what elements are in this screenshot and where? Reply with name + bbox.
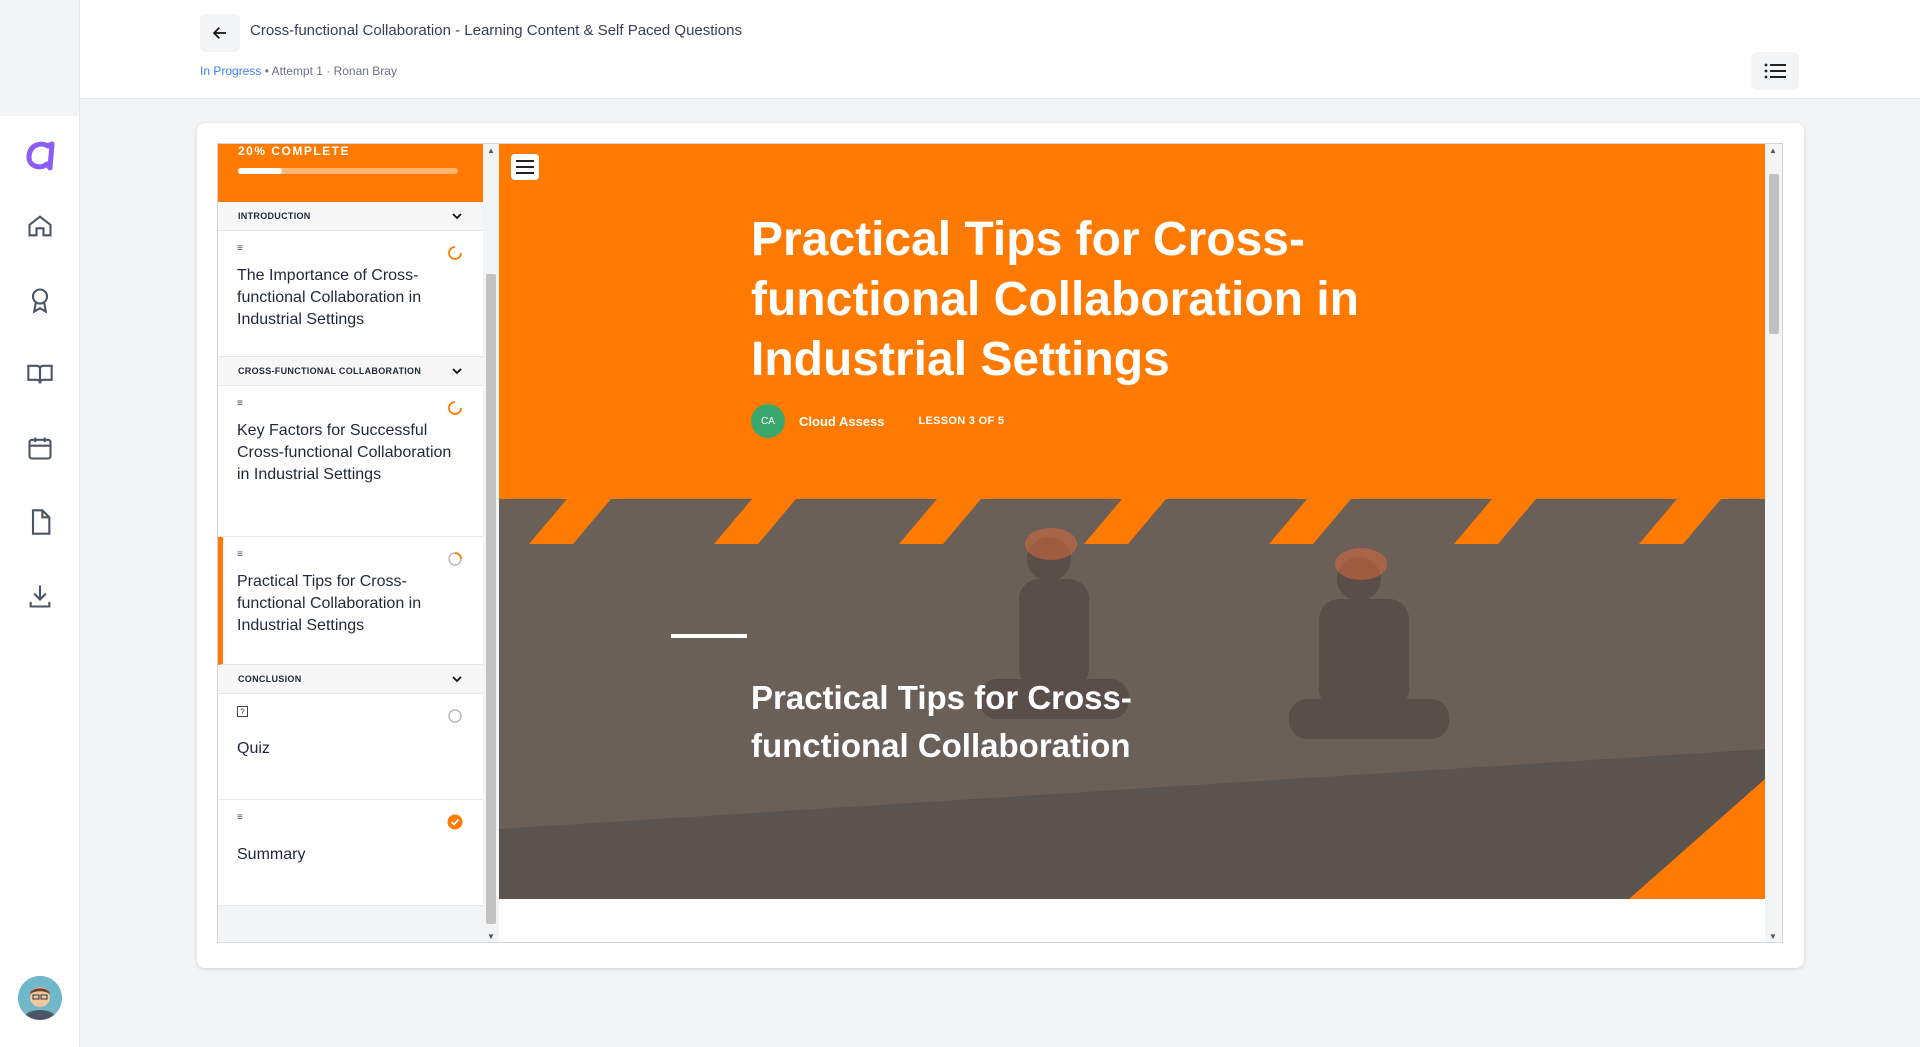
outline-item-label: Key Factors for Successful Cross-functio… <box>237 422 452 483</box>
scroll-up-icon[interactable]: ▲ <box>1769 146 1777 155</box>
course-outline-sidebar: 20% COMPLETE INTRODUCTION ≡ The Importan… <box>218 144 483 942</box>
scroll-up-icon[interactable]: ▲ <box>487 146 495 155</box>
section-header-introduction[interactable]: INTRODUCTION <box>218 202 483 231</box>
lesson-title: Practical Tips for Cross-functional Coll… <box>751 213 1359 386</box>
section-title: CROSS-FUNCTIONAL COLLABORATION <box>238 366 422 376</box>
calendar-icon[interactable] <box>26 434 54 462</box>
lesson-scrollbar[interactable]: ▲ ▼ <box>1765 144 1782 942</box>
attempt-meta: In Progress • Attempt 1 · Ronan Bray <box>200 64 397 78</box>
hamburger-icon <box>516 160 534 174</box>
lesson-hero: Practical Tips for Cross-functional Coll… <box>499 144 1765 499</box>
home-icon[interactable] <box>26 212 54 240</box>
outline-item-label: Summary <box>237 846 306 863</box>
page-title: Cross-functional Collaboration - Learnin… <box>250 22 742 39</box>
list-icon <box>1764 63 1786 79</box>
section-header-conclusion[interactable]: CONCLUSION <box>218 665 483 694</box>
scrollbar-thumb[interactable] <box>1769 174 1779 334</box>
text-lesson-icon: ≡ <box>237 243 243 254</box>
arrow-left-icon <box>212 27 226 39</box>
status-link[interactable]: In Progress <box>200 64 261 78</box>
author-name: Cloud Assess <box>799 413 885 429</box>
not-started-status-icon <box>448 709 462 723</box>
in-progress-status-icon <box>448 401 462 415</box>
nav-top-area <box>0 0 79 116</box>
download-icon[interactable] <box>26 582 54 610</box>
banner-heading: Practical Tips for Cross-functional Coll… <box>751 679 1132 764</box>
user-avatar[interactable] <box>18 976 62 1020</box>
lesson-content: Practical Tips for Cross-functional Coll… <box>499 144 1765 942</box>
text-lesson-icon: ≡ <box>237 549 243 560</box>
hamburger-menu-button[interactable] <box>511 154 539 180</box>
quiz-icon: ? <box>237 706 463 724</box>
outline-item-summary[interactable]: ≡ Summary <box>218 800 483 906</box>
scrollbar-thumb[interactable] <box>486 274 496 924</box>
page-header: Cross-functional Collaboration - Learnin… <box>80 0 1920 99</box>
outline-item-label: Quiz <box>237 740 270 757</box>
lesson-number: LESSON 3 OF 5 <box>918 415 1005 427</box>
chevron-down-icon <box>452 676 462 683</box>
chevron-down-icon <box>452 368 462 375</box>
text-lesson-icon: ≡ <box>237 398 243 409</box>
outline-item-importance[interactable]: ≡ The Importance of Cross-functional Col… <box>218 231 483 357</box>
lesson-byline: CA Cloud Assess LESSON 3 OF 5 <box>751 404 1004 438</box>
current-status-icon <box>448 552 462 566</box>
chevron-down-icon <box>452 213 462 220</box>
progress-panel: 20% COMPLETE <box>218 144 483 202</box>
outline-item-quiz[interactable]: ? Quiz <box>218 694 483 800</box>
scroll-down-icon[interactable]: ▼ <box>1769 932 1777 941</box>
text-lesson-icon: ≡ <box>237 812 243 823</box>
award-icon[interactable] <box>26 286 54 314</box>
outline-item-practical-tips[interactable]: ≡ Practical Tips for Cross-functional Co… <box>218 537 483 665</box>
left-nav <box>0 0 80 1047</box>
outline-item-label: Practical Tips for Cross-functional Coll… <box>237 573 422 634</box>
in-progress-status-icon <box>448 246 462 260</box>
svg-text:?: ? <box>240 708 245 717</box>
scroll-down-icon[interactable]: ▼ <box>487 932 495 941</box>
section-title: INTRODUCTION <box>238 211 311 221</box>
progress-bar <box>238 168 458 174</box>
avatar-illustration-icon <box>18 976 62 1020</box>
app-logo-icon[interactable] <box>22 138 58 174</box>
progress-bar-fill <box>238 168 282 174</box>
complete-check-icon <box>447 814 463 830</box>
progress-label: 20% COMPLETE <box>238 144 351 158</box>
book-icon[interactable] <box>26 360 54 388</box>
section-header-cross-functional[interactable]: CROSS-FUNCTIONAL COLLABORATION <box>218 357 483 386</box>
outline-item-key-factors[interactable]: ≡ Key Factors for Successful Cross-funct… <box>218 386 483 537</box>
heading-rule <box>671 634 747 638</box>
outline-menu-button[interactable] <box>1751 52 1799 90</box>
outline-item-label: The Importance of Cross-functional Colla… <box>237 267 422 328</box>
attempt-info: • Attempt 1 · Ronan Bray <box>261 64 397 78</box>
document-icon[interactable] <box>26 508 54 536</box>
back-button[interactable] <box>200 14 240 52</box>
section-title: CONCLUSION <box>238 674 302 684</box>
sidebar-scrollbar[interactable]: ▲ ▼ <box>483 144 499 942</box>
author-avatar: CA <box>751 404 785 438</box>
course-player: 20% COMPLETE INTRODUCTION ≡ The Importan… <box>217 143 1783 943</box>
